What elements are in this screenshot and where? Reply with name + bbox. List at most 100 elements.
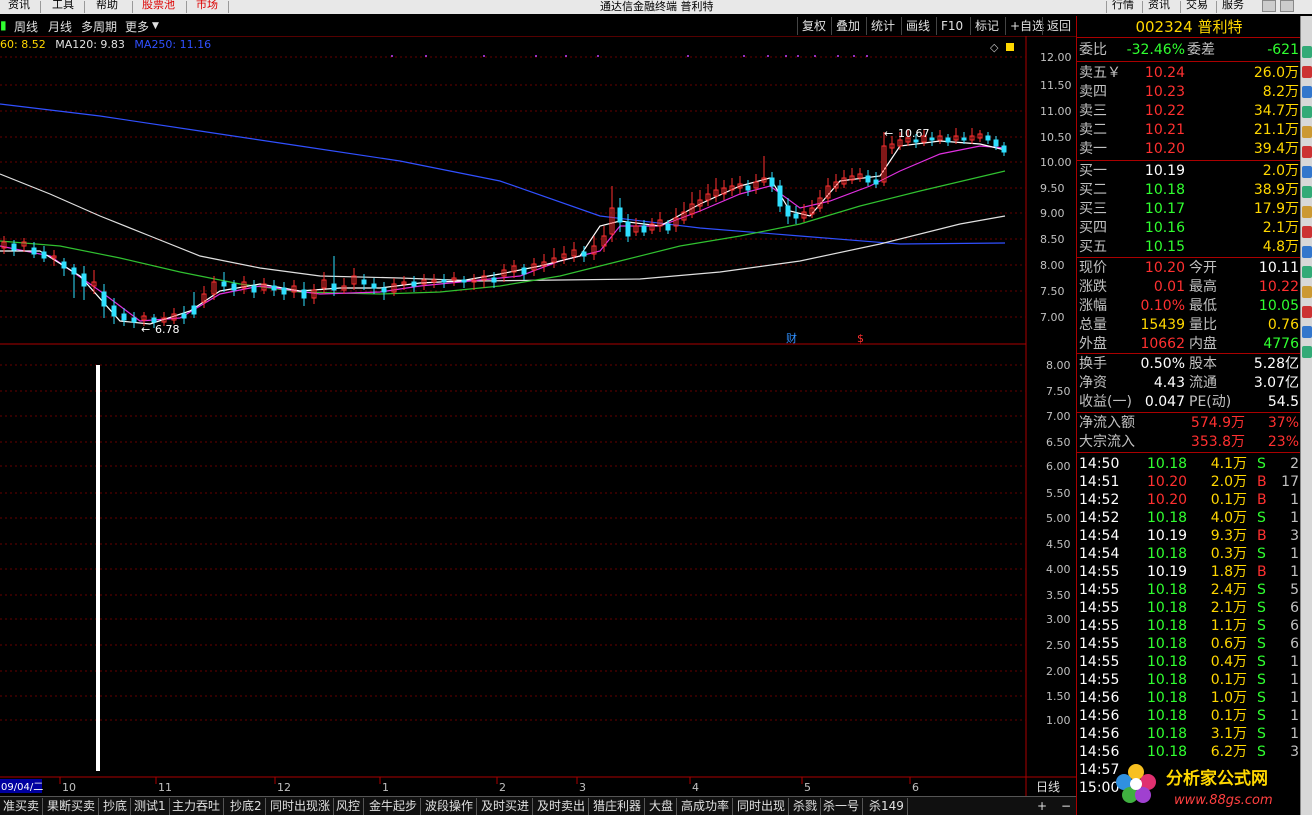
tool-icon[interactable]: [1302, 126, 1312, 138]
indicator-tab[interactable]: 大盘: [646, 798, 678, 815]
indicator-tab[interactable]: 同时出现: [734, 798, 790, 815]
menu-item-quotes[interactable]: 行情: [1112, 0, 1134, 12]
tick-count: 6: [1290, 600, 1299, 616]
candle-body: [521, 267, 527, 275]
statistics-button[interactable]: 统计: [866, 17, 899, 35]
back-button[interactable]: 返回: [1042, 17, 1075, 35]
tool-icon[interactable]: [1302, 46, 1312, 58]
chart-marks: ◇ ← 10.67 ← 6.78 财 $: [0, 41, 1014, 771]
menu-item-market[interactable]: 市场: [196, 0, 218, 12]
menu-item-info[interactable]: 资讯: [1148, 0, 1170, 12]
flow-label: 净流入额: [1079, 415, 1135, 431]
mark-button[interactable]: 标记: [970, 17, 1003, 35]
indicator-tab[interactable]: 抄底: [100, 798, 132, 815]
zoom-out-button[interactable]: −: [1058, 798, 1074, 815]
month-label: 3: [579, 781, 586, 794]
restore-rights-button[interactable]: 复权: [797, 17, 830, 35]
tick-volume: 1.0万: [1210, 690, 1247, 706]
tick-volume: 0.3万: [1210, 546, 1247, 562]
signal-dot: [565, 55, 567, 57]
candle-body: [461, 279, 467, 283]
tool-icon[interactable]: [1302, 106, 1312, 118]
indicator-tab[interactable]: 杀149: [866, 798, 908, 815]
tool-icon[interactable]: [1302, 86, 1312, 98]
menu-item-service[interactable]: 服务: [1222, 0, 1244, 12]
tool-icon[interactable]: [1302, 186, 1312, 198]
indicator-tab[interactable]: 测试1: [131, 798, 170, 815]
tool-icon[interactable]: [1302, 346, 1312, 358]
indicator-tab[interactable]: 猎庄利器: [590, 798, 646, 815]
finance-marker: 财: [786, 331, 797, 345]
tick-volume: 0.6万: [1210, 636, 1247, 652]
fund-label: 股本: [1189, 356, 1217, 372]
menu-item-help[interactable]: 帮助: [96, 0, 118, 12]
maximize-button[interactable]: [1280, 0, 1294, 12]
menu-item-news[interactable]: 资讯: [8, 0, 30, 12]
sell-price: 10.24: [1144, 65, 1185, 81]
period-more[interactable]: 更多: [125, 18, 149, 35]
tool-icon[interactable]: [1302, 246, 1312, 258]
indicator-tab[interactable]: 准买卖: [0, 798, 44, 815]
flow-row: 净流入额 574.9万 37%: [1077, 414, 1301, 433]
tick-count: 6: [1290, 636, 1299, 652]
stat-value: 4776: [1263, 336, 1299, 352]
lower-tick-label: 7.50: [1046, 385, 1071, 398]
menu-item-stock-pool[interactable]: 股票池: [142, 0, 175, 12]
buy-volume: 17.9万: [1253, 201, 1299, 217]
arrow-icon: ←: [884, 127, 893, 140]
tool-icon[interactable]: [1302, 326, 1312, 338]
chevron-down-icon[interactable]: ▼: [152, 21, 159, 31]
candle-body: [381, 287, 387, 293]
tool-icon[interactable]: [1302, 66, 1312, 78]
menu-item-tools[interactable]: 工具: [52, 0, 74, 12]
tool-icon[interactable]: [1302, 306, 1312, 318]
candle-body: [151, 317, 157, 323]
indicator-tabs: 准买卖 果断买卖 抄底 测试1 主力吞吐 抄底2 同时出现涨 风控 金牛起步 波段操作 及时买进 及时…: [0, 796, 1076, 815]
tool-icon[interactable]: [1302, 206, 1312, 218]
overlay-button[interactable]: 叠加: [831, 17, 864, 35]
candle-body: [961, 137, 967, 141]
period-weekly[interactable]: 周线: [14, 18, 38, 35]
period-label: 日线: [1036, 780, 1060, 794]
indicator-tab[interactable]: 金牛起步: [366, 798, 422, 815]
menu-item-trade[interactable]: 交易: [1186, 0, 1208, 12]
tick-time: 14:52: [1079, 510, 1120, 526]
tool-icon[interactable]: [1302, 266, 1312, 278]
tick-direction: S: [1257, 456, 1266, 472]
diamond-icon: ◇: [990, 41, 999, 54]
indicator-tab[interactable]: 主力吞吐: [169, 798, 225, 815]
stat-value: 10.22: [1258, 279, 1299, 295]
candle-body: [71, 267, 77, 275]
draw-line-button[interactable]: 画线: [901, 17, 934, 35]
indicator-tab[interactable]: 杀一号: [820, 798, 864, 815]
indicator-tab[interactable]: 高成功率: [678, 798, 734, 815]
tool-icon[interactable]: [1302, 286, 1312, 298]
fund-row: 净资 4.43 流通 3.07亿: [1077, 374, 1301, 393]
stat-value: 15439: [1140, 317, 1185, 333]
period-monthly[interactable]: 月线: [48, 18, 72, 35]
indicator-tab[interactable]: 及时买进: [478, 798, 534, 815]
tool-icon[interactable]: [1302, 146, 1312, 158]
zoom-in-button[interactable]: +: [1034, 798, 1050, 815]
indicator-tab[interactable]: 杀戮: [790, 798, 822, 815]
indicator-tab[interactable]: 抄底2: [227, 798, 266, 815]
low-label: 6.78: [155, 323, 180, 336]
indicator-tab[interactable]: 同时出现涨: [267, 798, 335, 815]
period-multi[interactable]: 多周期: [81, 18, 117, 35]
indicator-tab[interactable]: 波段操作: [422, 798, 478, 815]
indicator-tab[interactable]: 风控: [333, 798, 365, 815]
f10-button[interactable]: F10: [936, 17, 967, 35]
signal-dot: [866, 55, 868, 57]
tick-row: 14:52 10.18 4.0万 S 1: [1077, 509, 1301, 528]
minimize-button[interactable]: [1262, 0, 1276, 12]
signal-dot: [425, 55, 427, 57]
sell-volume: 26.0万: [1253, 65, 1299, 81]
kline-chart[interactable]: 12.0011.5011.0010.5010.009.509.008.508.0…: [0, 36, 1076, 796]
tick-row: 14:52 10.20 0.1万 B 1: [1077, 491, 1301, 510]
buy-volume: 2.1万: [1262, 220, 1299, 236]
candle-body: [929, 137, 935, 141]
indicator-tab[interactable]: 果断买卖: [44, 798, 100, 815]
tool-icon[interactable]: [1302, 226, 1312, 238]
tool-icon[interactable]: [1302, 166, 1312, 178]
indicator-tab[interactable]: 及时卖出: [534, 798, 590, 815]
